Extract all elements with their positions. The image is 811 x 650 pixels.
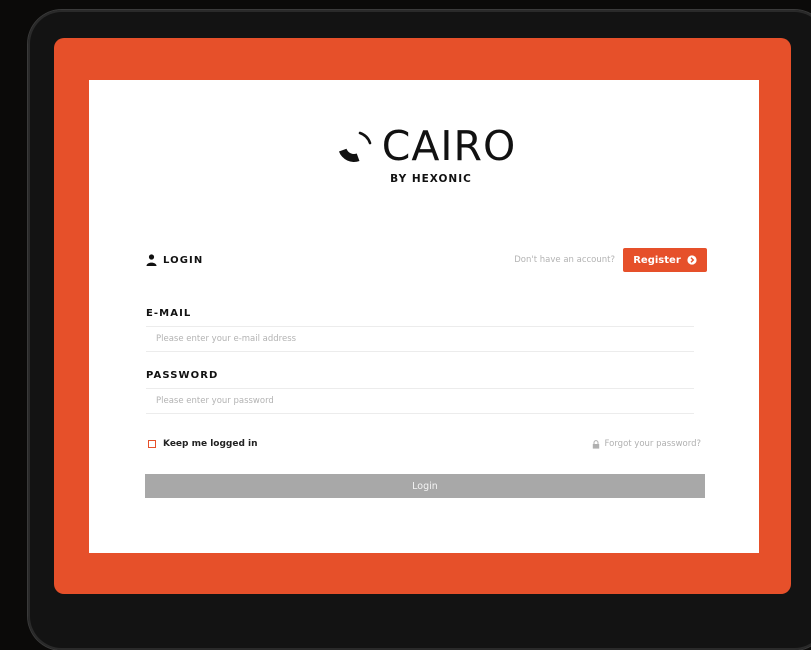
remember-checkbox[interactable] (148, 440, 156, 448)
register-button[interactable]: Register (623, 248, 707, 272)
login-heading: LOGIN (146, 254, 203, 266)
brand-name: CAIRO (381, 122, 517, 170)
brand-tagline: BY HEXONIC (390, 173, 472, 185)
password-label: PASSWORD (146, 370, 219, 381)
login-panel: CAIRO BY HEXONIC LOGIN Don't have an acc… (89, 80, 759, 553)
login-button[interactable]: Login (145, 474, 705, 498)
login-button-label: Login (412, 480, 438, 492)
email-field[interactable]: Please enter your e-mail address (146, 326, 694, 352)
logo-row: CAIRO (89, 124, 759, 168)
app-screen: CAIRO BY HEXONIC LOGIN Don't have an acc… (54, 38, 791, 594)
brand-block: CAIRO BY HEXONIC (89, 124, 759, 185)
email-label: E-MAIL (146, 308, 192, 319)
user-icon (146, 254, 157, 266)
register-area: Don't have an account? Register (514, 248, 707, 272)
arrow-circle-right-icon (687, 255, 697, 265)
password-placeholder: Please enter your password (156, 396, 274, 406)
email-placeholder: Please enter your e-mail address (156, 334, 297, 344)
remember-label: Keep me logged in (163, 439, 258, 449)
cairo-logo-mark-icon (338, 131, 372, 162)
register-hint: Don't have an account? (514, 255, 615, 265)
lock-icon (592, 439, 599, 449)
forgot-password-label: Forgot your password? (604, 439, 701, 449)
register-button-label: Register (633, 254, 681, 266)
password-field[interactable]: Please enter your password (146, 388, 694, 414)
remember-me[interactable]: Keep me logged in (148, 439, 258, 449)
login-heading-label: LOGIN (163, 254, 204, 266)
forgot-password-link[interactable]: Forgot your password? (592, 439, 701, 449)
